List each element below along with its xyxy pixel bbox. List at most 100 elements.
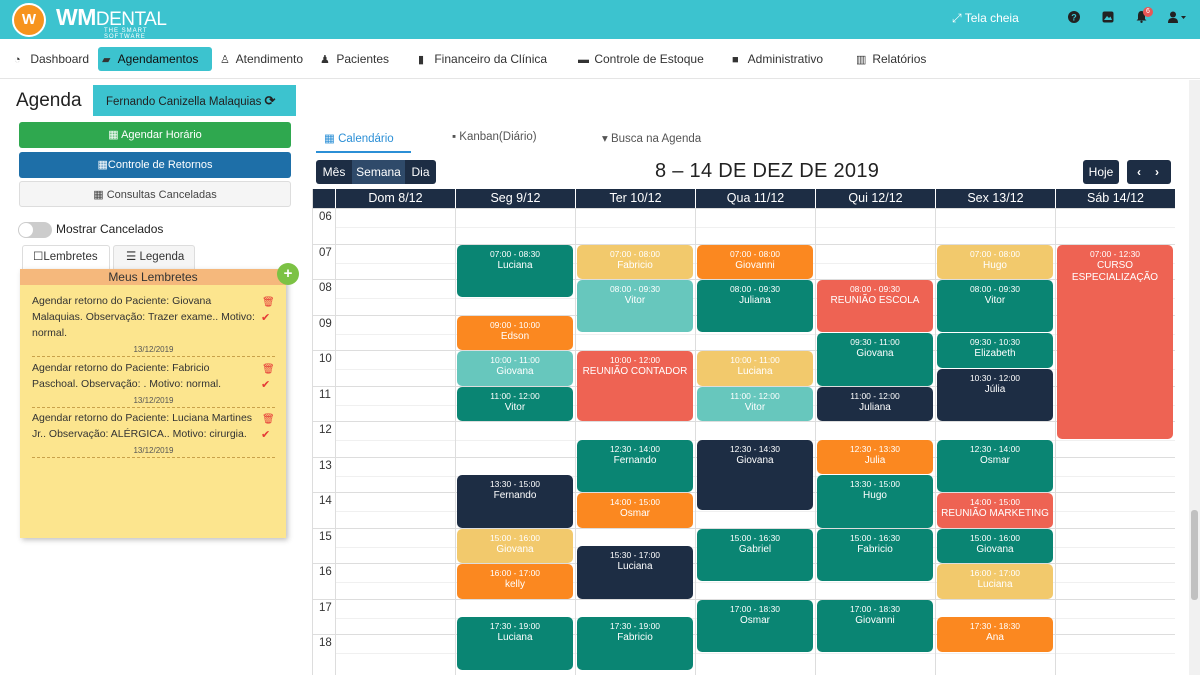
appointment-event[interactable]: 09:30 - 11:00 Giovana (817, 333, 933, 386)
tab-legenda[interactable]: ☰ Legenda (113, 245, 195, 269)
fullscreen-label: Tela cheia (964, 11, 1019, 25)
appointment-event[interactable]: 11:00 - 12:00 Juliana (817, 386, 933, 421)
appointment-event[interactable]: 12:30 - 14:00 Fernando (577, 439, 693, 492)
page-scrollbar[interactable] (1189, 80, 1200, 675)
event-title: Osmar (980, 454, 1010, 466)
tab-busca[interactable]: ▾ Busca na Agenda (602, 131, 701, 145)
appointment-event[interactable]: 07:00 - 08:00 Giovanni (697, 244, 813, 279)
nav-dashboard[interactable]: ◔ Dashboard (10, 47, 93, 71)
appointment-event[interactable]: 17:30 - 19:00 Luciana (457, 617, 573, 670)
appointment-event[interactable]: 12:30 - 14:00 Osmar (937, 439, 1053, 492)
appointment-event[interactable]: 15:00 - 16:00 Giovana (937, 528, 1053, 563)
appointment-event[interactable]: 09:00 - 10:00 Edson (457, 315, 573, 350)
add-reminder-icon[interactable]: + (277, 263, 299, 285)
appointment-event[interactable]: 14:00 - 15:00 REUNIÃO MARKETING (937, 493, 1053, 528)
chevron-left-icon[interactable]: ‹ (1137, 160, 1141, 184)
appointment-event[interactable]: 08:00 - 09:30 Vitor (937, 280, 1053, 333)
view-week-button[interactable]: Semana (352, 160, 405, 184)
appointment-event[interactable]: 11:00 - 12:00 Vitor (697, 386, 813, 421)
tab-kanban[interactable]: ▪ Kanban(Diário) (452, 131, 537, 143)
event-title: Osmar (620, 508, 650, 519)
appointment-event[interactable]: 17:00 - 18:30 Giovanni (817, 599, 933, 652)
event-time: 08:00 - 09:30 (729, 284, 781, 294)
appointment-event[interactable]: 17:30 - 18:30 Ana (937, 617, 1053, 652)
returns-button[interactable]: ▦Controle de Retornos (19, 152, 291, 178)
user-menu-icon[interactable] (1168, 11, 1186, 26)
appointment-event[interactable]: 10:00 - 11:00 Giovana (457, 351, 573, 386)
doctor-selector[interactable]: Fernando Canizella Malaquias ⟳ (93, 85, 296, 116)
appointment-event[interactable]: 07:00 - 08:30 Luciana (457, 244, 573, 297)
event-time: 16:00 - 17:00 (489, 568, 541, 578)
nav-administrativo[interactable]: ■ Administrativo (728, 47, 827, 71)
appointment-event[interactable]: 10:30 - 12:00 Júlia (937, 368, 1053, 421)
appointment-event[interactable]: 13:30 - 15:00 Fernando (457, 475, 573, 528)
active-tab-indicator (316, 151, 411, 153)
check-icon[interactable]: ✔ (261, 310, 270, 326)
appointment-event[interactable]: 07:00 - 08:00 Fabricio (577, 244, 693, 279)
appointment-event[interactable]: 14:00 - 15:00 Osmar (577, 493, 693, 528)
event-time: 10:00 - 12:00 (609, 355, 661, 365)
calendar-icon: ▦ (97, 159, 108, 171)
nav-estoque[interactable]: ▬ Controle de Estoque (574, 47, 708, 71)
cancelled-button[interactable]: ▦ Consultas Canceladas (19, 181, 291, 207)
today-button[interactable]: Hoje (1083, 160, 1119, 184)
appointment-event[interactable]: 12:30 - 13:30 Julia (817, 439, 933, 475)
day-column-divider (935, 208, 936, 675)
event-title: Vitor (984, 295, 1006, 306)
event-title: Osmar (740, 614, 770, 626)
tab-calendario[interactable]: ▦ Calendário (324, 131, 394, 145)
refresh-icon[interactable]: ⟳ (265, 93, 276, 108)
hour-row[interactable]: 06 (313, 208, 1175, 244)
event-title: Luciana (617, 561, 653, 573)
trash-icon[interactable]: 🗑 (262, 295, 275, 311)
help-icon[interactable]: ? (1068, 11, 1080, 26)
chevron-right-icon[interactable]: › (1155, 160, 1159, 184)
scrollbar-thumb[interactable] (1191, 510, 1198, 600)
nav-relatorios[interactable]: ▥ Relatórios (852, 47, 930, 71)
event-title: Elizabeth (974, 348, 1016, 360)
nav-atendimento[interactable]: ♙ Atendimento (216, 47, 307, 71)
event-time: 08:00 - 09:30 (969, 284, 1021, 294)
appointment-event[interactable]: 07:00 - 12:30 CURSO ESPECIALIZAÇÃO (1057, 244, 1173, 439)
box-icon: ▬ (578, 54, 589, 66)
nav-financeiro[interactable]: ▮ Financeiro da Clínica (414, 47, 551, 71)
check-icon[interactable]: ✔ (261, 427, 270, 443)
appointment-event[interactable]: 17:30 - 19:00 Fabricio (577, 617, 693, 670)
picture-icon[interactable] (1102, 11, 1114, 26)
appointment-event[interactable]: 12:30 - 14:30 Giovana (697, 439, 813, 510)
view-month-button[interactable]: Mês (316, 160, 352, 184)
check-icon[interactable]: ✔ (261, 377, 270, 393)
appointment-event[interactable]: 17:00 - 18:30 Osmar (697, 599, 813, 652)
appointment-event[interactable]: 10:00 - 11:00 Luciana (697, 351, 813, 386)
tab-lembretes[interactable]: ☐Lembretes (22, 245, 110, 269)
show-cancelled-toggle[interactable] (18, 222, 52, 238)
day-header: Seg 9/12 (455, 189, 575, 208)
appointment-event[interactable]: 08:00 - 09:30 Vitor (577, 280, 693, 333)
appointment-event[interactable]: 13:30 - 15:00 Hugo (817, 475, 933, 528)
view-day-button[interactable]: Dia (405, 160, 436, 184)
brand-logo[interactable]: W WMDENTAL THE SMART SOFTWARE (12, 3, 188, 40)
appointment-event[interactable]: 07:00 - 08:00 Hugo (937, 244, 1053, 279)
appointment-event[interactable]: 15:00 - 16:30 Fabricio (817, 528, 933, 581)
appointment-event[interactable]: 16:00 - 17:00 kelly (457, 564, 573, 599)
reminder-item: Agendar retorno do Paciente: Fabricio Pa… (32, 360, 275, 408)
appointment-event[interactable]: 15:30 - 17:00 Luciana (577, 546, 693, 599)
trash-icon[interactable]: 🗑 (262, 362, 275, 378)
appointment-event[interactable]: 11:00 - 12:00 Vitor (457, 386, 573, 421)
appointment-event[interactable]: 09:30 - 10:30 Elizabeth (937, 333, 1053, 368)
day-column-divider (335, 208, 336, 675)
day-header: Dom 8/12 (335, 189, 455, 208)
appointment-event[interactable]: 16:00 - 17:00 Luciana (937, 564, 1053, 599)
brand-name-main: WM (56, 4, 96, 30)
appointment-event[interactable]: 08:00 - 09:30 REUNIÃO ESCOLA (817, 280, 933, 333)
appointment-event[interactable]: 10:00 - 12:00 REUNIÃO CONTADOR (577, 351, 693, 421)
trash-icon[interactable]: 🗑 (262, 412, 275, 428)
event-time: 13:30 - 15:00 (489, 479, 541, 490)
appointment-event[interactable]: 15:00 - 16:00 Giovana (457, 528, 573, 563)
fullscreen-button[interactable]: ⤢ Tela cheia (952, 11, 1019, 26)
schedule-button[interactable]: ▦ Agendar Horário (19, 122, 291, 148)
nav-pacientes[interactable]: ♟ Pacientes (316, 47, 393, 71)
nav-agendamentos[interactable]: ▰ Agendamentos (98, 47, 212, 71)
appointment-event[interactable]: 08:00 - 09:30 Juliana (697, 280, 813, 333)
appointment-event[interactable]: 15:00 - 16:30 Gabriel (697, 528, 813, 581)
